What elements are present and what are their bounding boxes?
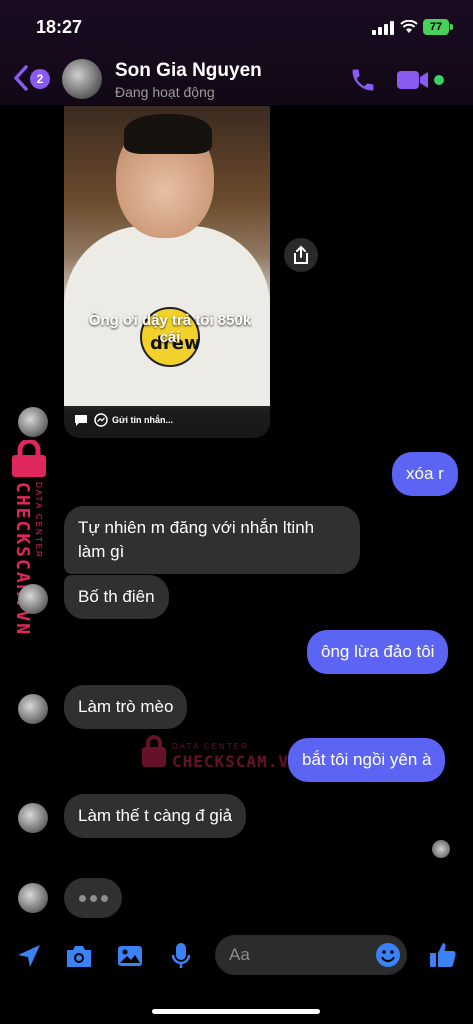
camera-icon[interactable] [64, 943, 94, 969]
phone-call-icon[interactable] [349, 66, 377, 94]
thumbs-up-icon[interactable] [428, 940, 458, 970]
sender-avatar[interactable] [18, 883, 48, 913]
watermark-sub: DATA CENTER [172, 742, 249, 751]
message-bubble-incoming[interactable]: Bố th điên [64, 575, 169, 619]
post-image-hair [124, 114, 212, 154]
battery-indicator: 77 [423, 19, 449, 35]
unread-badge: 2 [30, 69, 50, 89]
wifi-icon [400, 20, 418, 33]
comment-icon[interactable] [74, 414, 88, 427]
messenger-icon[interactable] [94, 413, 108, 427]
lock-watermark-icon [12, 440, 46, 477]
sender-avatar[interactable] [18, 803, 48, 833]
cellular-signal-icon [372, 21, 396, 35]
home-indicator [152, 1009, 320, 1014]
status-time: 18:27 [36, 17, 83, 37]
contact-status: Đang hoạt động [115, 84, 215, 100]
sender-avatar[interactable] [18, 407, 48, 437]
watermark-brand: CHECKSCAM.VN [172, 752, 300, 771]
battery-cap [450, 24, 453, 30]
message-bubble-outgoing[interactable]: ông lừa đảo tôi [307, 630, 449, 674]
back-chevron-icon[interactable] [12, 63, 30, 93]
watermark-sub: DATA CENTER [34, 482, 43, 559]
sender-avatar[interactable] [18, 694, 48, 724]
share-button[interactable] [284, 238, 318, 272]
message-bubble-incoming[interactable]: Làm thế t càng đ giả [64, 794, 247, 838]
typing-dot [101, 895, 108, 902]
gallery-icon[interactable] [116, 943, 144, 969]
share-icon [294, 245, 308, 264]
emoji-icon[interactable] [375, 942, 401, 968]
seen-receipt-avatar [432, 840, 450, 858]
typing-dot [79, 895, 86, 902]
online-indicator [434, 75, 444, 85]
send-message-prompt: Gửi tin nhắn... [112, 415, 174, 425]
location-arrow-icon[interactable] [15, 942, 43, 970]
message-bubble-outgoing[interactable]: xóa r [392, 452, 458, 496]
sender-avatar[interactable] [18, 584, 48, 614]
story-caption: Ông ơi dậy trả tôi 850k cái [88, 312, 252, 346]
lock-watermark-icon [142, 735, 166, 767]
microphone-icon[interactable] [170, 941, 192, 971]
message-bubble-incoming[interactable]: Làm trò mèo [64, 685, 188, 729]
contact-name[interactable]: Son Gia Nguyen [115, 60, 262, 82]
side-watermark: CHECKSCAM.VN DATA CENTER [6, 440, 56, 660]
message-bubble-outgoing[interactable]: bắt tôi ngồi yên à [288, 738, 446, 782]
contact-avatar[interactable] [62, 59, 102, 99]
typing-indicator [64, 878, 122, 918]
typing-dot [90, 895, 97, 902]
video-call-icon[interactable] [396, 68, 430, 92]
shared-story-card[interactable]: drew Ông ơi dậy trả tôi 850k cái Gửi tin… [64, 106, 270, 438]
message-bubble-incoming[interactable]: Tự nhiên m đăng với nhắn ltinh làm gì [64, 506, 360, 574]
